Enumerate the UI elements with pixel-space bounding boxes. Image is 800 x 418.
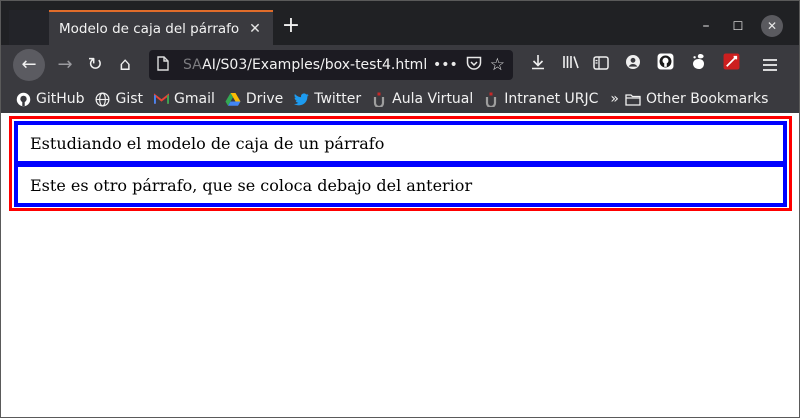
maximize-button[interactable]: ☐	[727, 15, 749, 37]
twitter-icon	[293, 91, 309, 107]
bookmark-gmail[interactable]: Gmail	[153, 91, 215, 107]
tab-active[interactable]: Modelo de caja del párrafo ✕	[49, 10, 273, 45]
folder-icon	[625, 91, 641, 107]
tab-title: Modelo de caja del párrafo	[59, 20, 240, 37]
back-button[interactable]: ←	[13, 49, 45, 81]
bookmark-label: Other Bookmarks	[646, 91, 769, 107]
bookmark-label: Drive	[245, 91, 284, 107]
other-bookmarks-folder[interactable]: Other Bookmarks	[625, 91, 768, 107]
paragraph-2: Este es otro párrafo, que se coloca deba…	[14, 163, 787, 207]
bookmarks-overflow-icon[interactable]: »	[610, 91, 619, 107]
browser-window: Modelo de caja del párrafo ✕ + – ☐ ✕ ← →…	[0, 0, 800, 418]
bookmark-star-icon[interactable]: ☆	[490, 55, 505, 75]
url-faded-prefix: SA	[183, 57, 203, 73]
drive-icon	[225, 91, 241, 107]
close-window-button[interactable]: ✕	[761, 15, 783, 37]
download-icon[interactable]	[524, 51, 552, 79]
bookmark-aula-virtual[interactable]: Aula Virtual	[371, 91, 473, 107]
tab-close-icon[interactable]: ✕	[245, 19, 265, 39]
urjc-icon	[371, 91, 387, 107]
url-path: AI/S03/Examples/box-test4.html	[202, 57, 428, 73]
new-tab-button[interactable]: +	[279, 15, 303, 39]
home-button[interactable]: ⌂	[111, 51, 139, 79]
bookmark-intranet-urjc[interactable]: Intranet URJC	[483, 91, 598, 107]
bookmark-github[interactable]: GitHub	[15, 91, 85, 107]
bookmark-label: Gmail	[174, 91, 215, 107]
forward-button[interactable]: →	[51, 51, 79, 79]
url-bar[interactable]: SAAI/S03/Examples/box-test4.html ••• ☆	[149, 50, 513, 80]
tab-strip-spacer	[9, 10, 49, 45]
bookmark-label: Twitter	[314, 91, 362, 107]
bookmark-label: Intranet URJC	[504, 91, 599, 107]
bookmark-gist[interactable]: Gist	[95, 91, 144, 107]
library-icon[interactable]	[557, 51, 585, 79]
bookmark-label: Aula Virtual	[392, 91, 474, 107]
bookmark-label: GitHub	[36, 91, 85, 107]
bookmark-twitter[interactable]: Twitter	[293, 91, 361, 107]
tab-strip: Modelo de caja del párrafo ✕ + – ☐ ✕	[1, 1, 799, 45]
bookmark-drive[interactable]: Drive	[225, 91, 283, 107]
extension-icon[interactable]	[717, 51, 745, 79]
menu-icon[interactable]	[756, 51, 784, 79]
github-icon	[15, 91, 31, 107]
paragraph-1: Estudiando el modelo de caja de un párra…	[14, 121, 787, 165]
account-icon[interactable]	[619, 51, 647, 79]
bookmarks-toolbar: GitHub Gist Gmail Drive Twitter Aula Vir…	[1, 85, 799, 113]
body-box: Estudiando el modelo de caja de un párra…	[9, 116, 792, 211]
page-icon	[157, 55, 175, 75]
gnome-icon[interactable]	[684, 51, 712, 79]
globe-icon	[95, 91, 111, 107]
url-text[interactable]: SAAI/S03/Examples/box-test4.html	[183, 57, 433, 73]
minimize-button[interactable]: –	[695, 15, 717, 37]
page-viewport: Estudiando el modelo de caja de un párra…	[1, 113, 799, 417]
urjc-icon	[483, 91, 499, 107]
sidebar-icon[interactable]	[587, 51, 615, 79]
bookmark-label: Gist	[115, 91, 144, 107]
navigation-bar: ← → ↻ ⌂ SAAI/S03/Examples/box-test4.html…	[1, 45, 799, 85]
github-icon[interactable]	[651, 51, 679, 79]
gmail-icon	[153, 91, 169, 107]
page-actions-icon[interactable]: •••	[433, 57, 458, 73]
pocket-icon[interactable]	[466, 56, 482, 75]
reload-button[interactable]: ↻	[81, 51, 109, 79]
